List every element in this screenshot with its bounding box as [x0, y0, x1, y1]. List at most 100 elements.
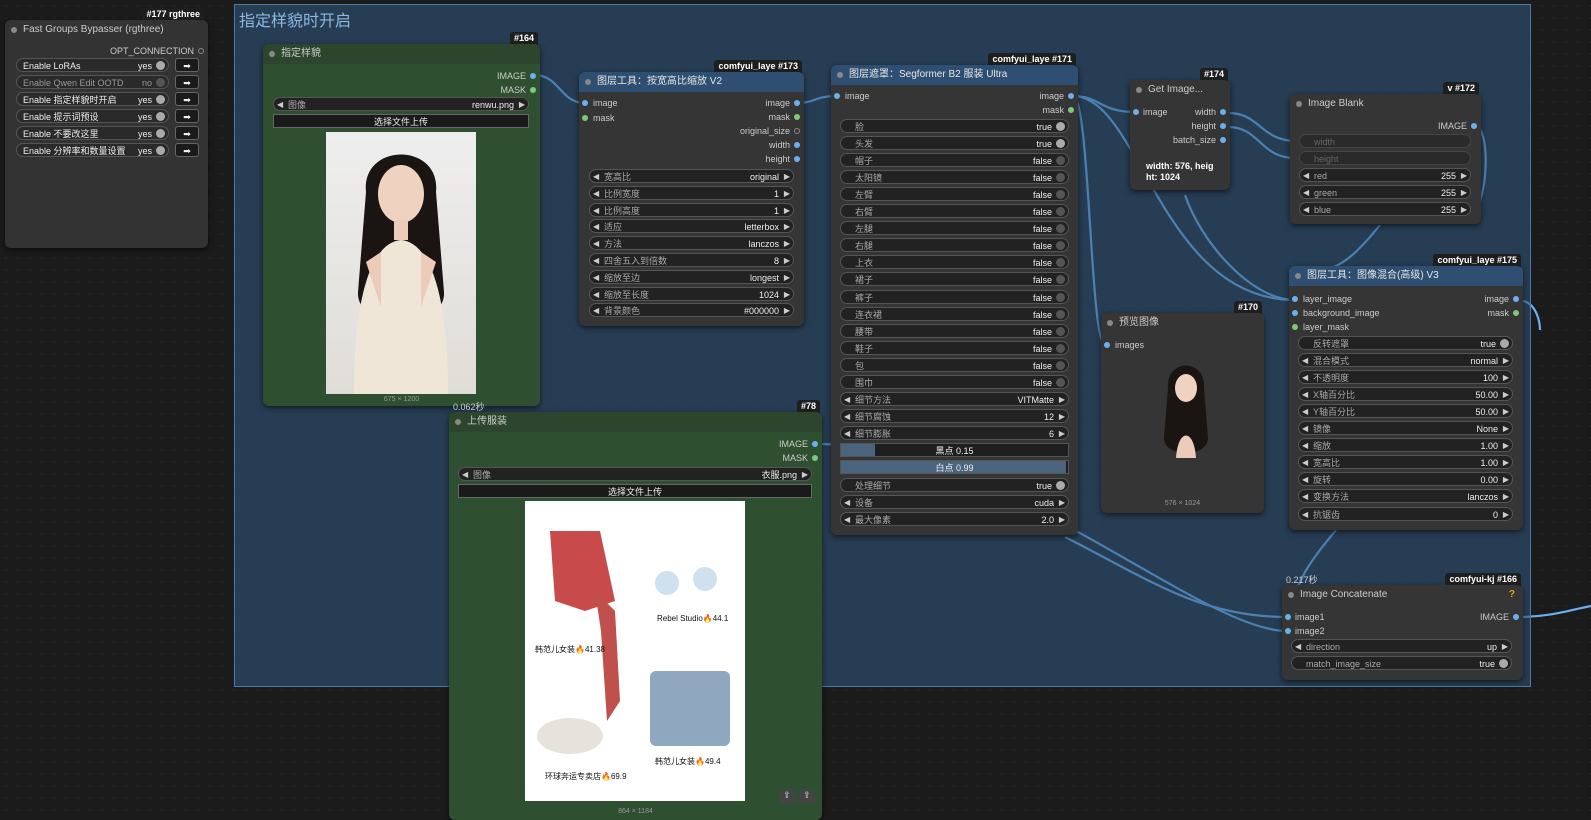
- input-slot-image2[interactable]: [1285, 628, 1291, 634]
- combo-widget[interactable]: ◀ blue 255 ▶: [1299, 202, 1471, 216]
- right-arrow-icon[interactable]: ▶: [1503, 508, 1509, 522]
- output-slot[interactable]: [198, 48, 204, 54]
- toggle-knob-icon[interactable]: [156, 61, 165, 70]
- input-slot-layer_image[interactable]: [1292, 296, 1298, 302]
- left-arrow-icon[interactable]: ◀: [462, 468, 468, 482]
- left-arrow-icon[interactable]: ◀: [593, 220, 599, 234]
- right-arrow-icon[interactable]: ▶: [1059, 393, 1065, 407]
- left-arrow-icon[interactable]: ◀: [844, 427, 850, 441]
- toggle-knob-icon[interactable]: [156, 112, 165, 121]
- toggle-knob-icon[interactable]: [156, 78, 165, 87]
- right-arrow-icon[interactable]: ▶: [1461, 203, 1467, 217]
- toggle-knob-icon[interactable]: [1056, 326, 1065, 336]
- upload-button[interactable]: 选择文件上传: [273, 114, 529, 128]
- input-slot-image[interactable]: [834, 93, 840, 99]
- toggle-knob-icon[interactable]: [1056, 156, 1065, 166]
- combo-widget[interactable]: ◀ 不透明度 100 ▶: [1298, 370, 1513, 385]
- right-arrow-icon[interactable]: ▶: [1461, 186, 1467, 200]
- node-title[interactable]: 图层遮罩：Segformer B2 服装 Ultra: [831, 65, 1078, 85]
- combo-widget[interactable]: ◀ green 255 ▶: [1299, 185, 1471, 199]
- toggle-knob-icon[interactable]: [1056, 207, 1065, 217]
- combo-widget[interactable]: ◀ 旋转 0.00 ▶: [1298, 472, 1513, 487]
- left-arrow-icon[interactable]: ◀: [844, 410, 850, 424]
- right-arrow-icon[interactable]: ▶: [1503, 371, 1509, 385]
- combo-widget[interactable]: ◀ 宽高比 1.00 ▶: [1298, 455, 1513, 470]
- right-arrow-icon[interactable]: ▶: [1503, 405, 1509, 419]
- output-slot-height[interactable]: [794, 156, 800, 162]
- right-arrow-icon[interactable]: ▶: [784, 237, 790, 251]
- toggle-knob-icon[interactable]: [1056, 258, 1065, 268]
- node-get-image-size[interactable]: #174 Get Image... image width height batch…: [1130, 68, 1230, 190]
- toggle-widget[interactable]: 帽子 false: [840, 153, 1069, 168]
- combo-widget[interactable]: ◀ 方法 lanczos ▶: [589, 236, 794, 251]
- toggle-widget[interactable]: match_image_size true: [1291, 656, 1512, 670]
- left-arrow-icon[interactable]: ◀: [1302, 371, 1308, 385]
- output-slot-height[interactable]: [1220, 123, 1226, 129]
- image-combo[interactable]: ◀ 图像 renwu.png ▶: [273, 97, 529, 111]
- toggle-knob-icon[interactable]: [1056, 275, 1065, 285]
- toggle-widget[interactable]: 鞋子 false: [840, 340, 1069, 355]
- output-slot-image[interactable]: [1513, 614, 1519, 620]
- input-slot-image[interactable]: [1133, 109, 1139, 115]
- output-slot-batch_size[interactable]: [1220, 137, 1226, 143]
- combo-widget[interactable]: ◀ direction up ▶: [1291, 639, 1512, 653]
- right-arrow-icon[interactable]: ▶: [784, 288, 790, 302]
- left-arrow-icon[interactable]: ◀: [593, 271, 599, 285]
- output-slot-mask[interactable]: [1513, 310, 1519, 316]
- toggle-knob-icon[interactable]: [1056, 343, 1065, 353]
- node-image-blend-advanced[interactable]: comfyui_laye #175 图层工具：图像混合(高级) V3 layer…: [1289, 254, 1523, 530]
- toggle-knob-icon[interactable]: [1056, 173, 1065, 183]
- right-arrow-icon[interactable]: ▶: [519, 98, 525, 112]
- navigate-arrow-button-4[interactable]: ➡: [175, 109, 199, 123]
- navigate-arrow-button-1[interactable]: ➡: [175, 58, 199, 72]
- right-arrow-icon[interactable]: ▶: [1059, 410, 1065, 424]
- group-toggle-6[interactable]: Enable 分辨率和数量设置 yes: [16, 143, 169, 157]
- left-arrow-icon[interactable]: ◀: [593, 204, 599, 218]
- group-toggle-4[interactable]: Enable 提示词预设 yes: [16, 109, 169, 123]
- toggle-widget[interactable]: 裙子 false: [840, 272, 1069, 287]
- toggle-widget[interactable]: 上衣 false: [840, 255, 1069, 270]
- node-segformer-clothes[interactable]: comfyui_laye #171 图层遮罩：Segformer B2 服装 U…: [831, 53, 1078, 535]
- left-arrow-icon[interactable]: ◀: [593, 170, 599, 184]
- left-arrow-icon[interactable]: ◀: [1302, 490, 1308, 504]
- input-slot-image[interactable]: [582, 100, 588, 106]
- right-arrow-icon[interactable]: ▶: [1503, 354, 1509, 368]
- combo-widget[interactable]: ◀ 比例高度 1 ▶: [589, 202, 794, 218]
- left-arrow-icon[interactable]: ◀: [1303, 186, 1309, 200]
- right-arrow-icon[interactable]: ▶: [1503, 422, 1509, 436]
- left-arrow-icon[interactable]: ◀: [1302, 422, 1308, 436]
- right-arrow-icon[interactable]: ▶: [1461, 169, 1467, 183]
- combo-widget[interactable]: ◀ 设备 cuda ▶: [840, 495, 1069, 509]
- toggle-widget[interactable]: 左臂 false: [840, 187, 1069, 202]
- toggle-widget[interactable]: 处理细节 true: [840, 478, 1069, 492]
- toggle-knob-icon[interactable]: [1056, 309, 1065, 319]
- combo-widget[interactable]: ◀ 缩放至边 longest ▶: [589, 269, 794, 285]
- node-title[interactable]: 图层工具：图像混合(高级) V3: [1289, 266, 1523, 286]
- right-arrow-icon[interactable]: ▶: [1503, 388, 1509, 402]
- help-icon[interactable]: ?: [1509, 589, 1515, 600]
- group-title[interactable]: 指定样貌时开启: [239, 7, 351, 31]
- toggle-knob-icon[interactable]: [1500, 339, 1509, 348]
- node-fast-groups-bypasser[interactable]: #177 rgthree Fast Groups Bypasser (rgthr…: [5, 8, 208, 248]
- left-arrow-icon[interactable]: ◀: [844, 496, 850, 510]
- navigate-arrow-button-6[interactable]: ➡: [175, 143, 199, 157]
- input-slot-layer_mask[interactable]: [1292, 324, 1298, 330]
- left-arrow-icon[interactable]: ◀: [1295, 640, 1301, 654]
- toggle-knob-icon[interactable]: [1056, 377, 1065, 387]
- clipspace-icon[interactable]: ⇪: [799, 790, 815, 804]
- node-title[interactable]: 图层工具：按宽高比缩放 V2: [579, 72, 804, 92]
- toggle-knob-icon[interactable]: [156, 95, 165, 104]
- left-arrow-icon[interactable]: ◀: [1302, 508, 1308, 522]
- node-title[interactable]: Get Image...: [1130, 80, 1230, 100]
- right-arrow-icon[interactable]: ▶: [802, 468, 808, 482]
- toggle-widget[interactable]: 连衣裙 false: [840, 306, 1069, 321]
- right-arrow-icon[interactable]: ▶: [784, 220, 790, 234]
- toggle-widget[interactable]: 太阳镜 false: [840, 170, 1069, 185]
- node-image-concatenate[interactable]: comfyui-kj #166 0.217秒 Image Concatenate…: [1282, 573, 1523, 680]
- toggle-knob-icon[interactable]: [1499, 659, 1508, 668]
- right-arrow-icon[interactable]: ▶: [784, 271, 790, 285]
- input-slot-mask[interactable]: [582, 115, 588, 121]
- output-slot-original_size[interactable]: [794, 128, 800, 134]
- toggle-knob-icon[interactable]: [1056, 360, 1065, 370]
- navigate-arrow-button-3[interactable]: ➡: [175, 92, 199, 106]
